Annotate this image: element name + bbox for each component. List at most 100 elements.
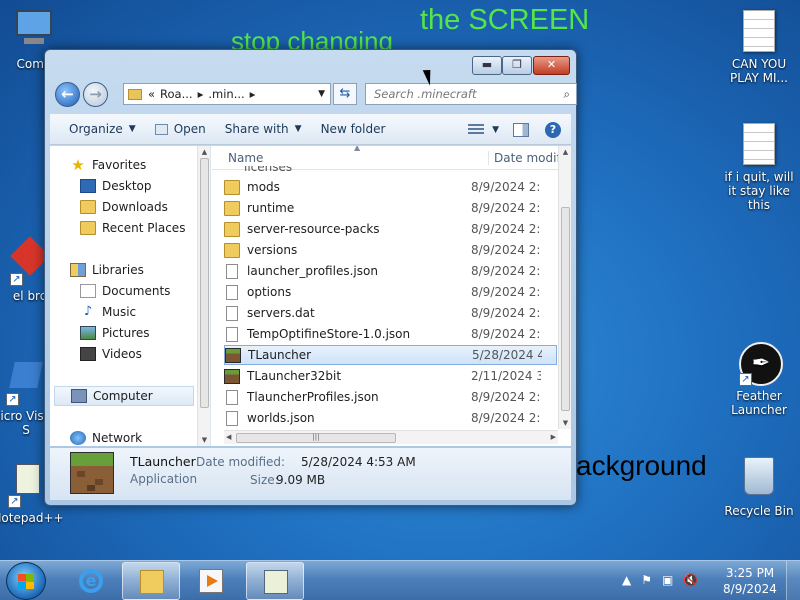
scroll-left-icon[interactable]: ◀ — [226, 433, 231, 441]
chevron-down-icon: ▼ — [128, 124, 136, 134]
file-row[interactable]: TLauncher32bit 2/11/2024 3: — [224, 366, 557, 386]
file-row-selected[interactable]: TLauncher 5/28/2024 4: — [224, 345, 557, 365]
minimize-button[interactable]: ▬ — [472, 56, 502, 75]
organize-menu[interactable]: Organize ▼ — [69, 122, 136, 136]
nav-pictures[interactable]: Pictures — [80, 323, 210, 343]
breadcrumb-separator[interactable]: ▸ — [250, 87, 256, 101]
show-hidden-icons-icon[interactable]: ▲ — [622, 573, 631, 587]
open-button[interactable]: Open — [154, 122, 206, 136]
shortcut-arrow-icon: ↗ — [8, 495, 21, 508]
file-name: runtime — [247, 201, 295, 215]
share-with-menu[interactable]: Share with ▼ — [225, 122, 302, 136]
column-date-modified[interactable]: Date modifi — [488, 151, 564, 165]
nav-label: Recent Places — [102, 221, 186, 235]
back-button[interactable]: ← — [55, 82, 80, 107]
start-button[interactable] — [6, 562, 46, 600]
file-row[interactable]: launcher_profiles.json 8/9/2024 2:3 — [224, 261, 557, 281]
recent-places-icon — [80, 221, 96, 235]
breadcrumb-separator[interactable]: ▸ — [198, 87, 204, 101]
file-icon — [226, 263, 238, 279]
nav-network[interactable]: Network — [70, 428, 210, 446]
desktop-icon-recycle-bin[interactable]: Recycle Bin — [719, 457, 799, 518]
file-row[interactable]: versions 8/9/2024 2:2 — [224, 240, 557, 260]
column-name[interactable]: Name — [228, 151, 263, 165]
search-input[interactable]: Search .minecraft ⌕ — [365, 83, 577, 105]
details-file-name: TLauncher — [130, 454, 196, 469]
scrollbar-thumb[interactable] — [200, 158, 209, 408]
help-icon[interactable]: ? — [545, 121, 561, 138]
navigation-scrollbar[interactable]: ▲ ▼ — [197, 146, 210, 446]
file-icon — [226, 326, 238, 342]
address-bar[interactable]: « Roa... ▸ .min... ▸ ▼ — [123, 83, 331, 105]
partially-hidden-row: licenses — [244, 166, 334, 171]
scroll-right-icon[interactable]: ▶ — [551, 433, 556, 441]
scroll-down-icon[interactable]: ▼ — [198, 436, 210, 444]
file-row[interactable]: runtime 8/9/2024 2:2 — [224, 198, 557, 218]
scroll-up-icon[interactable]: ▲ — [198, 148, 210, 156]
nav-documents[interactable]: Documents — [80, 281, 210, 301]
breadcrumb-roaming[interactable]: Roa... — [160, 87, 193, 101]
network-status-icon[interactable]: ▣ — [662, 573, 673, 587]
scrollbar-thumb[interactable]: ||| — [236, 433, 396, 443]
volume-muted-icon[interactable]: 🔇 — [683, 573, 698, 587]
file-icon — [226, 389, 238, 405]
nav-favorites[interactable]: ★ Favorites — [70, 155, 210, 175]
file-row[interactable]: TempOptifineStore-1.0.json 8/9/2024 2:3 — [224, 324, 557, 344]
nav-music[interactable]: ♪ Music — [80, 302, 210, 322]
file-icon — [226, 284, 238, 300]
show-desktop-button[interactable] — [786, 561, 800, 600]
text-document-icon — [739, 123, 779, 167]
desktop-icon-if-i-quit[interactable]: if i quit, will it stay like this — [719, 123, 799, 212]
taskbar-clock[interactable]: 3:25 PM 8/9/2024 — [718, 565, 782, 597]
libraries-icon — [70, 263, 86, 277]
refresh-button[interactable]: ⇆ — [333, 83, 357, 105]
address-dropdown-icon[interactable]: ▼ — [318, 89, 325, 99]
search-icon[interactable]: ⌕ — [564, 84, 570, 104]
window-titlebar[interactable]: ▬ ❐ ✕ — [45, 50, 576, 84]
action-center-flag-icon[interactable]: ⚑ — [641, 573, 652, 587]
videos-icon — [80, 347, 96, 361]
nav-label: Videos — [102, 347, 142, 361]
file-name: TLauncher32bit — [247, 369, 342, 383]
forward-button[interactable]: → — [83, 82, 108, 107]
file-row[interactable]: servers.dat 8/9/2024 2:2 — [224, 303, 557, 323]
desktop-icon-feather-launcher[interactable]: ✒ ↗ Feather Launcher — [719, 342, 799, 417]
explorer-window[interactable]: ▬ ❐ ✕ ← → « Roa... ▸ .min... ▸ ▼ ⇆ Searc… — [44, 49, 577, 506]
file-row[interactable]: TlauncherProfiles.json 8/9/2024 2:3 — [224, 387, 557, 407]
taskbar: e ▲ ⚑ ▣ 🔇 3:25 PM 8/9/2024 — [0, 560, 800, 600]
nav-downloads[interactable]: Downloads — [80, 197, 210, 217]
scrollbar-thumb[interactable] — [561, 207, 570, 411]
breadcrumb-overflow[interactable]: « — [148, 87, 155, 101]
new-folder-button[interactable]: New folder — [321, 122, 386, 136]
close-button[interactable]: ✕ — [533, 56, 570, 75]
folder-icon — [224, 242, 240, 258]
breadcrumb-minecraft[interactable]: .min... — [208, 87, 244, 101]
file-list-horizontal-scrollbar[interactable]: ◀ ||| ▶ — [224, 430, 558, 444]
taskbar-windows-explorer[interactable] — [122, 562, 180, 600]
change-view-icon[interactable] — [468, 123, 485, 136]
internet-explorer-icon: e — [79, 569, 103, 593]
nav-libraries[interactable]: Libraries — [70, 260, 210, 280]
taskbar-media-player[interactable] — [182, 562, 240, 600]
maximize-button[interactable]: ❐ — [502, 56, 532, 75]
open-icon — [154, 123, 168, 135]
chevron-down-icon[interactable]: ▼ — [492, 125, 499, 135]
file-date: 8/9/2024 2:2 — [471, 222, 541, 236]
scroll-down-icon[interactable]: ▼ — [559, 419, 571, 427]
nav-videos[interactable]: Videos — [80, 344, 210, 364]
taskbar-notepad-plus-plus[interactable] — [246, 562, 304, 600]
details-file-type: Application — [130, 472, 198, 486]
file-list-vertical-scrollbar[interactable]: ▲ ▼ — [558, 146, 571, 429]
nav-recent-places[interactable]: Recent Places — [80, 218, 210, 238]
file-row[interactable]: options 8/9/2024 2:3 — [224, 282, 557, 302]
nav-desktop[interactable]: Desktop — [80, 176, 210, 196]
scroll-up-icon[interactable]: ▲ — [559, 148, 571, 156]
file-row[interactable]: worlds.json 8/9/2024 2:2 — [224, 408, 557, 428]
file-row[interactable]: server-resource-packs 8/9/2024 2:2 — [224, 219, 557, 239]
taskbar-internet-explorer[interactable]: e — [62, 562, 120, 600]
nav-computer[interactable]: Computer — [54, 386, 194, 406]
desktop-icon-can-you-play[interactable]: CAN YOU PLAY MI... — [719, 10, 799, 85]
file-row[interactable]: mods 8/9/2024 2:3 — [224, 177, 557, 197]
file-date: 8/9/2024 2:2 — [471, 306, 541, 320]
preview-pane-icon[interactable] — [513, 122, 529, 137]
